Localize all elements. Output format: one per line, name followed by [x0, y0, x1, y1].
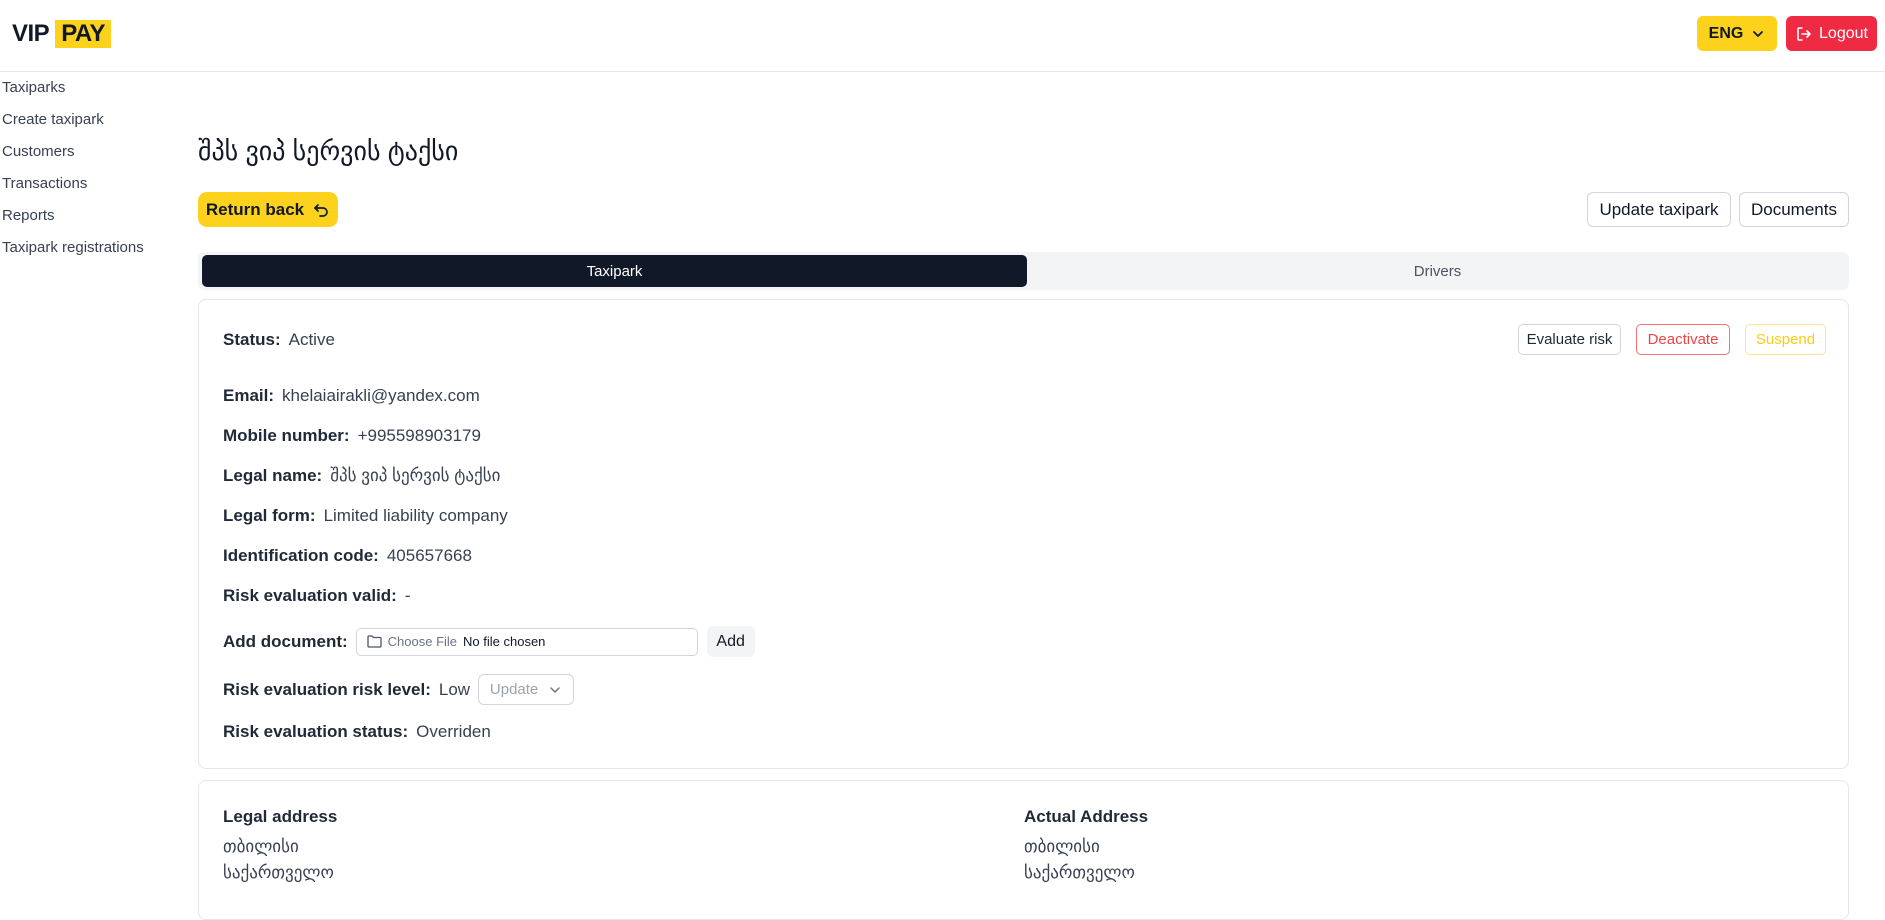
legal-form-value: Limited liability company: [323, 506, 508, 525]
risk-status-row: Risk evaluation status: Overriden: [223, 722, 491, 742]
risk-level-label: Risk evaluation risk level:: [223, 679, 431, 699]
top-bar: VIP PAY ENG Logout: [0, 0, 1885, 72]
risk-valid-value: -: [404, 586, 411, 605]
chevron-down-icon: [1751, 27, 1765, 41]
logo-vip: VIP: [12, 20, 50, 47]
legal-name-row: Legal name: შპს ვიპ სერვის ტაქსი: [223, 466, 500, 486]
legal-name-label: Legal name:: [223, 466, 323, 485]
deactivate-button[interactable]: Deactivate: [1636, 324, 1730, 355]
logo[interactable]: VIP PAY: [12, 20, 112, 48]
address-card: Legal address თბილისი საქართველო Actual …: [198, 780, 1849, 920]
mobile-label: Mobile number:: [223, 426, 350, 445]
actual-address-line: თბილისი: [1024, 837, 1100, 856]
legal-form-row: Legal form: Limited liability company: [223, 506, 508, 526]
add-document-button[interactable]: Add: [706, 626, 755, 657]
chevron-down-icon: [548, 683, 562, 697]
return-back-button[interactable]: Return back: [198, 192, 338, 227]
legal-address-title: Legal address: [223, 807, 338, 826]
sidebar-item-taxipark-registrations[interactable]: Taxipark registrations: [2, 239, 144, 256]
risk-level-value: Low: [438, 679, 471, 699]
logout-label: Logout: [1819, 24, 1868, 42]
identification-code-label: Identification code:: [223, 546, 379, 565]
risk-level-select-label: Update: [489, 681, 539, 698]
status-row: Status: Active: [223, 330, 335, 350]
logout-button[interactable]: Logout: [1786, 16, 1877, 51]
actual-address-line: საქართველო: [1024, 863, 1135, 882]
risk-status-label: Risk evaluation status:: [223, 722, 409, 741]
language-dropdown[interactable]: ENG: [1697, 16, 1777, 51]
actual-address-title: Actual Address: [1024, 807, 1149, 826]
risk-level-select[interactable]: Update: [478, 674, 575, 705]
legal-address-line: საქართველო: [223, 863, 334, 882]
taxipark-details-card: Status: Active Evaluate risk Deactivate …: [198, 299, 1849, 769]
undo-icon: [312, 201, 330, 219]
risk-valid-row: Risk evaluation valid: -: [223, 586, 411, 606]
risk-status-value: Overriden: [416, 722, 491, 741]
risk-level-row: Risk evaluation risk level: Low Update: [223, 674, 575, 705]
tab-bar: Taxipark Drivers: [198, 252, 1849, 290]
status-value: Active: [288, 330, 335, 349]
return-back-label: Return back: [205, 199, 305, 219]
identification-code-row: Identification code: 405657668: [223, 546, 472, 566]
file-input[interactable]: Choose File No file chosen: [355, 627, 698, 656]
identification-code-value: 405657668: [386, 546, 472, 565]
language-label: ENG: [1708, 24, 1744, 42]
sidebar-item-reports[interactable]: Reports: [2, 207, 55, 224]
mobile-value: +995598903179: [357, 426, 481, 445]
email-label: Email:: [223, 386, 275, 405]
status-label: Status:: [223, 330, 281, 349]
sidebar-item-transactions[interactable]: Transactions: [2, 175, 87, 192]
update-taxipark-button[interactable]: Update taxipark: [1587, 192, 1731, 227]
legal-name-value: შპს ვიპ სერვის ტაქსი: [330, 466, 501, 485]
logo-pay: PAY: [55, 20, 112, 48]
sidebar-item-taxiparks[interactable]: Taxiparks: [2, 79, 65, 96]
file-status: No file chosen: [463, 634, 546, 649]
logout-icon: [1795, 25, 1813, 43]
suspend-button[interactable]: Suspend: [1745, 324, 1826, 355]
choose-file-label: Choose File: [387, 634, 458, 649]
sidebar-item-create-taxipark[interactable]: Create taxipark: [2, 111, 104, 128]
tab-drivers[interactable]: Drivers: [1029, 255, 1846, 287]
add-document-label: Add document:: [223, 631, 348, 651]
email-row: Email: khelaiairakli@yandex.com: [223, 386, 480, 406]
add-document-row: Add document: Choose File No file chosen…: [223, 626, 755, 657]
legal-address-line: თბილისი: [223, 837, 299, 856]
legal-address-section: Legal address თბილისი საქართველო: [223, 807, 337, 889]
mobile-row: Mobile number: +995598903179: [223, 426, 481, 446]
legal-form-label: Legal form:: [223, 506, 316, 525]
tab-taxipark[interactable]: Taxipark: [202, 255, 1027, 287]
actual-address-section: Actual Address თბილისი საქართველო: [1024, 807, 1148, 889]
folder-icon: [367, 635, 382, 648]
documents-button[interactable]: Documents: [1739, 192, 1849, 227]
sidebar-item-customers[interactable]: Customers: [2, 143, 75, 160]
email-value: khelaiairakli@yandex.com: [282, 386, 480, 405]
evaluate-risk-button[interactable]: Evaluate risk: [1518, 324, 1621, 355]
risk-valid-label: Risk evaluation valid:: [223, 586, 397, 605]
page-title: შპს ვიპ სერვის ტაქსი: [198, 136, 459, 166]
